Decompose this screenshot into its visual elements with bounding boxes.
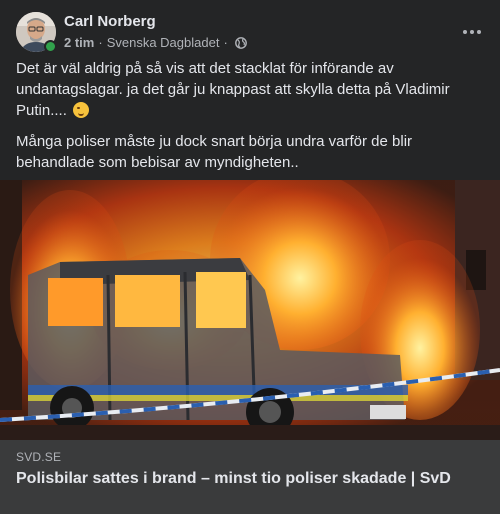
post-time[interactable]: 2 tim: [64, 35, 94, 50]
post-paragraph-2: Många poliser måste ju dock snart börja …: [16, 133, 413, 171]
feed-post: Carl Norberg 2 tim · Svenska Dagbladet ·…: [0, 0, 500, 514]
meta-separator-2: ·: [223, 35, 228, 50]
author-name[interactable]: Carl Norberg: [64, 13, 156, 30]
post-paragraph-1: Det är väl aldrig på så vis att det stac…: [16, 58, 484, 121]
globe-icon[interactable]: [234, 36, 247, 49]
more-options-icon[interactable]: [460, 20, 484, 44]
post-source[interactable]: Svenska Dagbladet: [107, 35, 220, 50]
burning-police-van-photo: [0, 180, 500, 440]
post-meta: 2 tim · Svenska Dagbladet ·: [64, 35, 247, 50]
online-status-indicator: [44, 40, 57, 53]
link-domain: SVD.SE: [16, 450, 62, 464]
post-text: Det är väl aldrig på så vis att det stac…: [16, 58, 484, 183]
post-photo[interactable]: [0, 180, 500, 440]
author-avatar[interactable]: [16, 12, 57, 53]
post-header: Carl Norberg 2 tim · Svenska Dagbladet ·: [16, 12, 484, 53]
meta-separator: ·: [98, 35, 103, 50]
link-headline[interactable]: Polisbilar sattes i brand – minst tio po…: [16, 468, 484, 489]
link-preview-card[interactable]: SVD.SE Polisbilar sattes i brand – minst…: [0, 440, 500, 514]
sweat-smile-emoji-icon: [73, 102, 90, 118]
